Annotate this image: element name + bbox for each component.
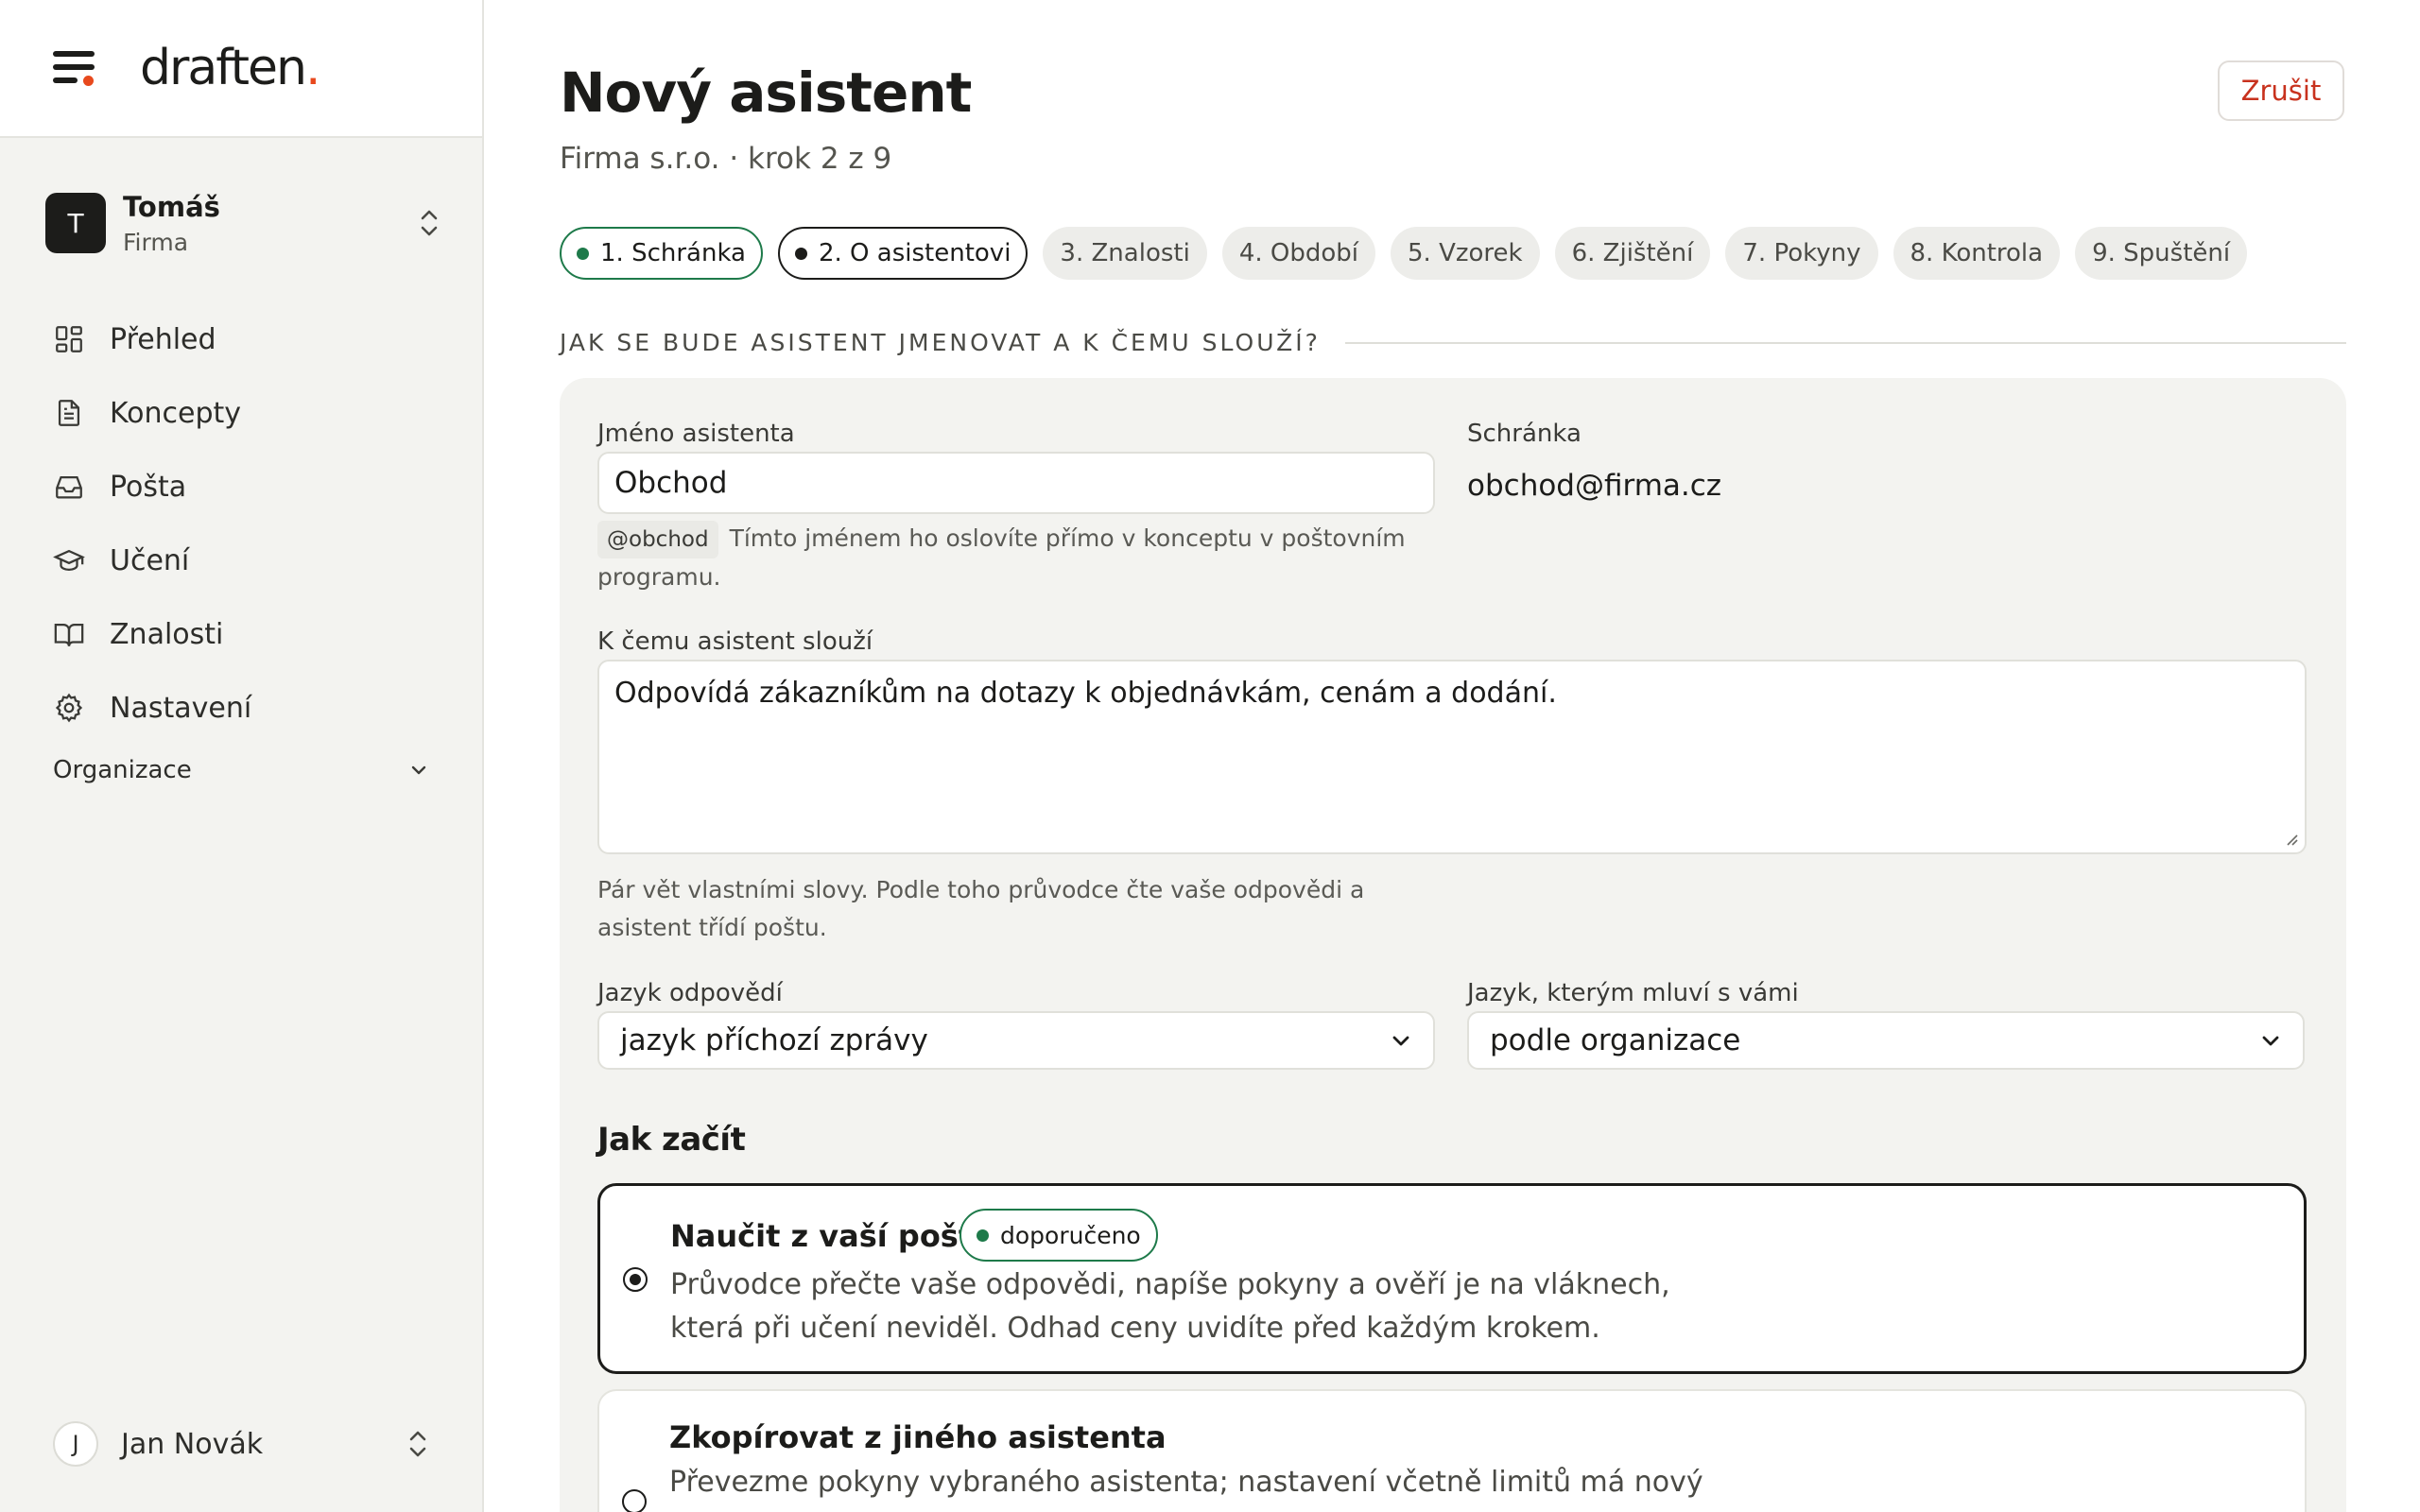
- name-help-text: programu.: [597, 563, 721, 591]
- wizard-steps: 1. Schránka 2. O asistentovi 3. Znalosti…: [560, 227, 2262, 280]
- assistant-name-value: Obchod: [614, 466, 728, 500]
- step-pokyny[interactable]: 7. Pokyny: [1725, 227, 1878, 280]
- chevron-updown-icon: [409, 1431, 426, 1457]
- user-name: Jan Novák: [121, 1427, 264, 1461]
- graduation-cap-icon: [53, 549, 85, 572]
- inbox-icon: [56, 475, 82, 499]
- option-learn-from-mail[interactable]: Naučit z vaší pošty doporučeno Průvodce …: [597, 1183, 2307, 1374]
- sidebar: draften. T Tomáš Firma Přehled Koncepty: [0, 0, 484, 1512]
- step-label: 5. Vzorek: [1408, 239, 1523, 267]
- brand-logo[interactable]: draften.: [140, 40, 320, 96]
- step-schranka[interactable]: 1. Schránka: [560, 227, 763, 280]
- sidebar-item-znalosti[interactable]: Znalosti: [53, 597, 450, 671]
- sidebar-item-label: Pošta: [110, 470, 187, 504]
- recommended-badge: doporučeno: [959, 1209, 1158, 1262]
- sidebar-item-nastaveni[interactable]: Nastavení: [53, 671, 450, 745]
- section-divider: [1344, 341, 2346, 344]
- account-switcher[interactable]: T Tomáš Firma: [45, 189, 442, 257]
- gear-icon: [55, 693, 83, 723]
- step-complete-dot: [577, 247, 589, 260]
- option-description: Průvodce přečte vaše odpovědi, napíše po…: [670, 1268, 1670, 1345]
- assistant-name-input[interactable]: Obchod: [597, 452, 1435, 514]
- step-obdobi[interactable]: 4. Období: [1221, 227, 1375, 280]
- page-title: Nový asistent: [560, 60, 972, 125]
- mailbox-value: obchod@firma.cz: [1467, 469, 1722, 503]
- talk-language-label: Jazyk, kterým mluví s vámi: [1467, 979, 1799, 1007]
- step-label: 6. Zjištění: [1571, 239, 1694, 267]
- option-copy-assistant[interactable]: Zkopírovat z jiného asistenta Převezme p…: [597, 1389, 2307, 1512]
- sidebar-item-prehled[interactable]: Přehled: [53, 302, 450, 376]
- step-znalosti[interactable]: 3. Znalosti: [1043, 227, 1207, 280]
- step-o-asistentovi[interactable]: 2. O asistentovi: [777, 227, 1028, 280]
- purpose-label: K čemu asistent slouží: [597, 627, 873, 656]
- account-name: Tomáš: [123, 190, 220, 223]
- sidebar-item-label: Učení: [110, 543, 190, 577]
- reply-language-value: jazyk příchozí zprávy: [620, 1023, 928, 1057]
- step-spusteni[interactable]: 9. Spuštění: [2075, 227, 2248, 280]
- name-help-text: Tímto jménem ho oslovíte přímo v koncept…: [729, 524, 1406, 552]
- reply-language-select[interactable]: jazyk příchozí zprávy: [597, 1011, 1435, 1070]
- sidebar-item-posta[interactable]: Pošta: [53, 450, 450, 524]
- sidebar-item-label: Koncepty: [110, 396, 242, 430]
- start-heading: Jak začít: [597, 1121, 746, 1159]
- step-label: 4. Období: [1238, 239, 1358, 267]
- option-description: Převezme pokyny vybraného asistenta; nas…: [669, 1466, 1703, 1499]
- name-label: Jméno asistenta: [597, 420, 795, 448]
- logo-bar: draften.: [0, 0, 482, 138]
- step-label: 8. Kontrola: [1910, 239, 2044, 267]
- reply-language-label: Jazyk odpovědí: [597, 979, 783, 1007]
- purpose-help-text: Pár vět vlastními slovy. Podle toho prův…: [597, 876, 1365, 903]
- step-zjisteni[interactable]: 6. Zjištění: [1554, 227, 1711, 280]
- radio-selected[interactable]: [623, 1267, 648, 1292]
- document-icon: [58, 400, 80, 426]
- chevron-down-icon: [411, 765, 426, 775]
- chevron-updown-icon: [421, 210, 438, 236]
- user-menu[interactable]: J Jan Novák: [53, 1418, 431, 1470]
- purpose-textarea[interactable]: Odpovídá zákazníkům na dotazy k objednáv…: [597, 660, 2307, 854]
- badge-label: doporučeno: [1000, 1221, 1141, 1249]
- purpose-help-text: asistent třídí poštu.: [597, 914, 827, 941]
- chevron-down-icon: [1392, 1036, 1409, 1046]
- menu-icon[interactable]: [53, 49, 98, 87]
- book-icon: [54, 623, 84, 646]
- option-title: Naučit z vaší pošty: [670, 1218, 993, 1254]
- step-kontrola[interactable]: 8. Kontrola: [1893, 227, 2061, 280]
- sidebar-item-koncepty[interactable]: Koncepty: [53, 376, 450, 450]
- step-label: 2. O asistentovi: [818, 239, 1011, 267]
- sidebar-item-label: Nastavení: [110, 691, 252, 725]
- organization-toggle[interactable]: Organizace: [53, 756, 431, 784]
- form-card: Jméno asistenta Obchod @obchod Tímto jmén…: [560, 378, 2346, 1512]
- step-current-dot: [794, 247, 807, 260]
- option-title: Zkopírovat z jiného asistenta: [669, 1419, 1167, 1455]
- account-org: Firma: [123, 228, 189, 256]
- step-label: 9. Spuštění: [2092, 239, 2231, 267]
- sidebar-nav: Přehled Koncepty Pošta Učení Znalosti Na…: [53, 302, 450, 745]
- purpose-helper: Pár vět vlastními slovy. Podle toho prův…: [597, 871, 1448, 947]
- account-avatar: T: [45, 193, 106, 253]
- talk-language-select[interactable]: podle organizace: [1467, 1011, 2305, 1070]
- dashboard-icon: [56, 326, 82, 352]
- purpose-value: Odpovídá zákazníkům na dotazy k objednáv…: [614, 677, 1557, 710]
- organization-label: Organizace: [53, 756, 192, 784]
- step-label: 7. Pokyny: [1742, 239, 1861, 267]
- cancel-button[interactable]: Zrušit: [2218, 60, 2344, 121]
- handle-chip: @obchod: [597, 521, 718, 558]
- chevron-down-icon: [2262, 1036, 2279, 1046]
- step-vzorek[interactable]: 5. Vzorek: [1391, 227, 1540, 280]
- radio-unselected[interactable]: [622, 1489, 647, 1512]
- name-helper: @obchod Tímto jménem ho oslovíte přímo v …: [597, 520, 1448, 596]
- badge-dot: [977, 1228, 989, 1242]
- user-avatar: J: [53, 1421, 98, 1467]
- sidebar-item-label: Přehled: [110, 322, 216, 356]
- sidebar-item-label: Znalosti: [110, 617, 224, 651]
- resize-grip-icon[interactable]: [2284, 832, 2299, 847]
- section-heading-text: JAK SE BUDE ASISTENT JMENOVAT A K ČEMU S…: [560, 329, 1321, 356]
- mailbox-label: Schránka: [1467, 420, 1582, 448]
- talk-language-value: podle organizace: [1490, 1023, 1741, 1057]
- step-label: 3. Znalosti: [1060, 239, 1190, 267]
- section-heading: JAK SE BUDE ASISTENT JMENOVAT A K ČEMU S…: [560, 329, 2346, 356]
- step-label: 1. Schránka: [600, 239, 746, 267]
- page-subtitle: Firma s.r.o. · krok 2 z 9: [560, 142, 892, 176]
- sidebar-item-uceni[interactable]: Učení: [53, 524, 450, 597]
